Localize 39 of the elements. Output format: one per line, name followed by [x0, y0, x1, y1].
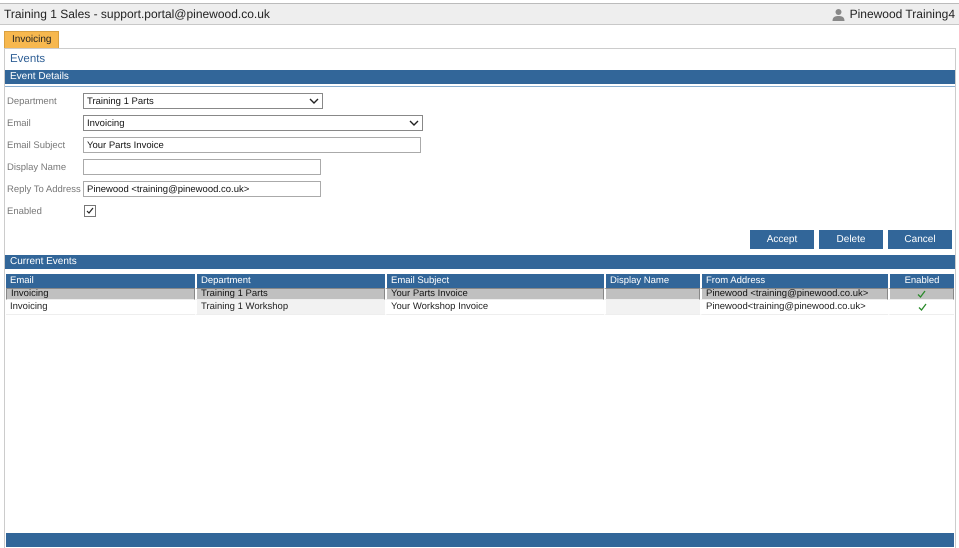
column-header[interactable]: From Address	[700, 274, 888, 288]
column-header[interactable]: Department	[195, 274, 385, 288]
page-title: Events	[9, 52, 46, 67]
table-cell[interactable]: Invoicing	[6, 300, 195, 315]
field-label: Enabled	[7, 206, 43, 216]
chevron-icon	[409, 120, 419, 126]
dropdown[interactable]: Invoicing	[83, 115, 423, 131]
section-header: Event Details	[5, 70, 955, 84]
action-button[interactable]: Accept	[750, 230, 814, 249]
table-cell[interactable]: Your Workshop Invoice	[385, 300, 604, 315]
tab[interactable]: Invoicing	[4, 31, 60, 48]
input-field[interactable]	[83, 159, 321, 175]
action-button[interactable]: Delete	[819, 230, 883, 249]
field-label: Email	[7, 118, 32, 128]
field-label: Reply To Address	[7, 184, 82, 194]
table-cell[interactable]: Invoicing	[6, 288, 195, 300]
table-cell[interactable]: Your Parts Invoice	[385, 288, 604, 300]
input-field[interactable]: Pinewood <training@pinewood.co.uk>	[83, 181, 321, 197]
table-cell[interactable]: Pinewood<training@pinewood.co.uk>	[700, 300, 888, 315]
table-cell[interactable]: Training 1 Workshop	[195, 300, 385, 315]
column-header[interactable]: Email	[6, 274, 195, 288]
user-icon	[832, 8, 845, 20]
window-title: Training 1 Sales - support.portal@pinewood.co.uk	[4, 7, 270, 21]
section-header: Current Events	[5, 255, 955, 269]
input-field[interactable]: Your Parts Invoice	[83, 137, 421, 153]
table-cell[interactable]: Pinewood <training@pinewood.co.uk>	[700, 288, 888, 300]
checkbox[interactable]	[84, 205, 96, 217]
table-cell[interactable]: Training 1 Parts	[195, 288, 385, 300]
user-name: Pinewood Training4	[850, 7, 955, 21]
chevron-icon	[309, 98, 319, 104]
column-header[interactable]: Email Subject	[385, 274, 604, 288]
table-cell[interactable]	[604, 288, 700, 300]
column-header[interactable]: Display Name	[604, 274, 700, 288]
field-label: Email Subject	[7, 140, 66, 150]
field-label: Department	[7, 96, 58, 106]
action-button[interactable]: Cancel	[888, 230, 952, 249]
column-header[interactable]: Enabled	[888, 274, 954, 288]
dropdown[interactable]: Training 1 Parts	[83, 93, 323, 109]
field-label: Display Name	[7, 162, 68, 172]
